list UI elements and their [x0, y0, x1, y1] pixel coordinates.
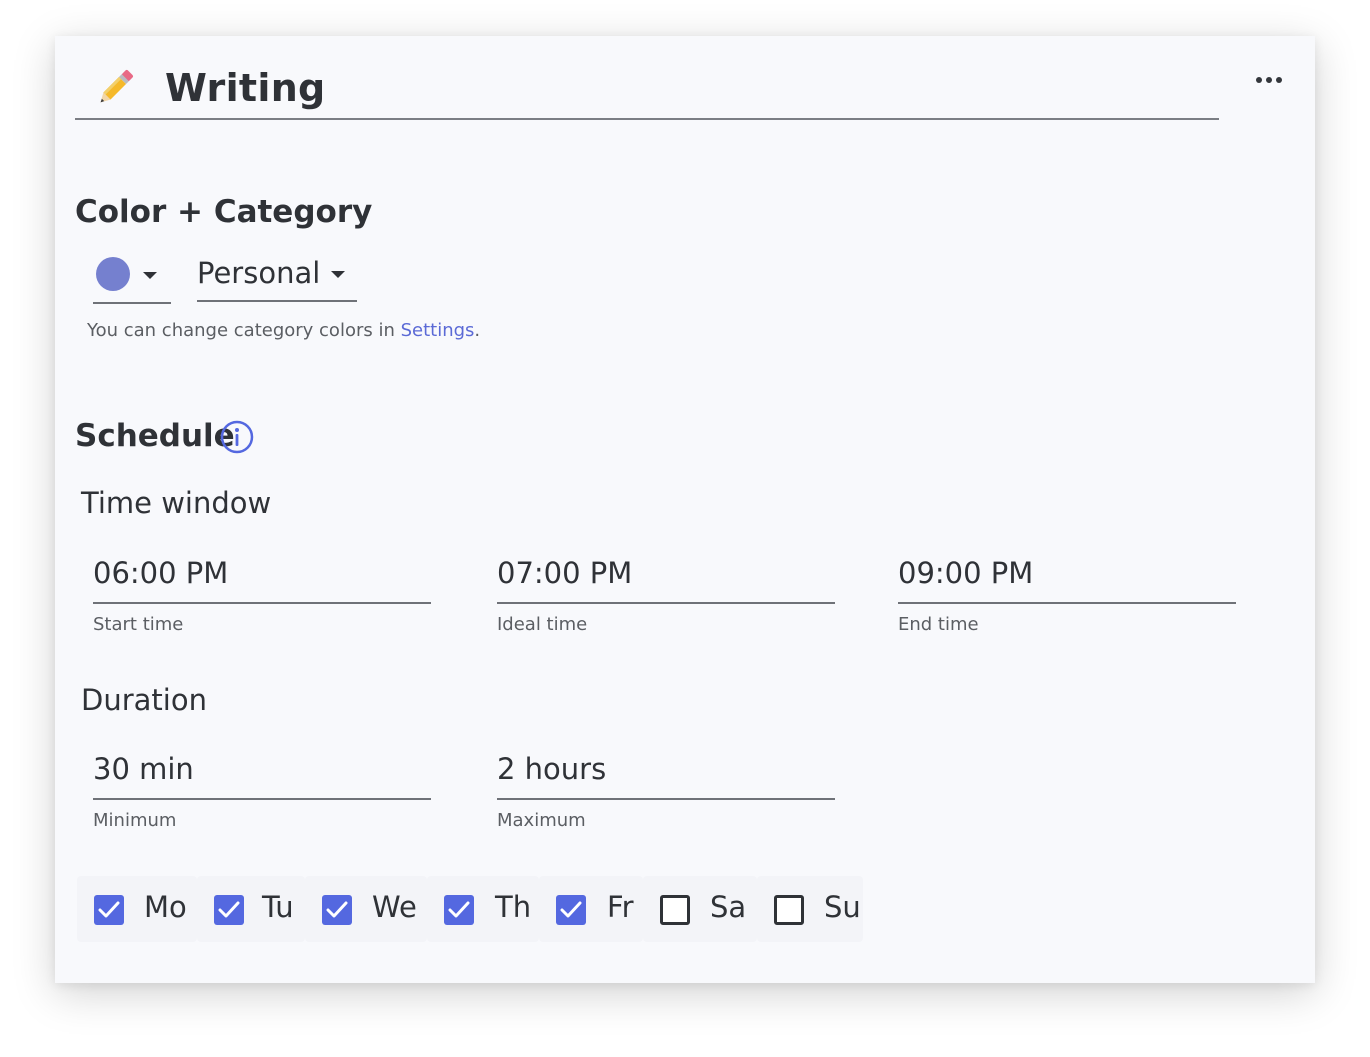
pencil-icon: [100, 70, 133, 103]
duration-heading: Duration: [81, 683, 207, 717]
checkbox[interactable]: [660, 895, 690, 925]
checkbox[interactable]: [322, 895, 352, 925]
helper-suffix: .: [474, 320, 481, 341]
end-time-input[interactable]: 09:00 PM: [898, 548, 1236, 604]
schedule-heading: Schedule: [75, 418, 235, 454]
category-dropdown[interactable]: Personal: [197, 254, 357, 302]
start-time-field: 06:00 PM Start time: [93, 548, 431, 635]
checkmark-icon: [218, 901, 240, 918]
chevron-down-icon: [143, 272, 157, 279]
day-toggle-sa[interactable]: Sa: [643, 876, 757, 942]
checkbox[interactable]: [214, 895, 244, 925]
minimum-duration-field: 30 min Minimum: [93, 744, 431, 831]
checkmark-icon: [98, 901, 120, 918]
day-toggle-mo[interactable]: Mo: [77, 876, 197, 942]
checkmark-icon: [448, 901, 470, 918]
time-window-heading: Time window: [81, 486, 272, 520]
day-toggle-tu[interactable]: Tu: [197, 876, 305, 942]
minimum-duration-input[interactable]: 30 min: [93, 744, 431, 800]
start-time-label: Start time: [93, 614, 184, 635]
day-label: Su: [824, 890, 861, 924]
color-swatch: [96, 257, 130, 291]
day-toggle-we[interactable]: We: [305, 876, 427, 942]
day-toggle-fr[interactable]: Fr: [539, 876, 643, 942]
settings-link[interactable]: Settings: [401, 320, 475, 341]
maximum-duration-field: 2 hours Maximum: [497, 744, 835, 831]
end-time-field: 09:00 PM End time: [898, 548, 1236, 635]
color-dropdown[interactable]: [93, 254, 171, 304]
day-label: Th: [495, 890, 532, 924]
checkbox[interactable]: [444, 895, 474, 925]
info-icon[interactable]: [220, 420, 254, 454]
checkbox[interactable]: [94, 895, 124, 925]
more-options-icon[interactable]: [1255, 70, 1287, 90]
minimum-duration-label: Minimum: [93, 810, 177, 831]
category-helper-text: You can change category colors in Settin…: [87, 320, 480, 341]
checkmark-icon: [326, 901, 348, 918]
checkbox[interactable]: [556, 895, 586, 925]
helper-text: You can change category colors in: [87, 320, 401, 341]
end-time-label: End time: [898, 614, 979, 635]
ideal-time-field: 07:00 PM Ideal time: [497, 548, 835, 635]
ideal-time-input[interactable]: 07:00 PM: [497, 548, 835, 604]
day-label: We: [372, 890, 417, 924]
ideal-time-label: Ideal time: [497, 614, 588, 635]
day-label: Mo: [144, 890, 187, 924]
checkmark-icon: [560, 901, 582, 918]
day-label: Sa: [710, 890, 747, 924]
day-label: Tu: [262, 890, 294, 924]
task-card: Writing Color + Category Personal You ca…: [55, 36, 1315, 983]
task-title: Writing: [165, 66, 326, 110]
title-field[interactable]: Writing: [75, 64, 1219, 120]
chevron-down-icon: [331, 271, 345, 278]
day-label: Fr: [607, 890, 634, 924]
category-value: Personal: [197, 256, 321, 290]
day-toggle-th[interactable]: Th: [427, 876, 539, 942]
day-toggle-su[interactable]: Su: [757, 876, 863, 942]
maximum-duration-input[interactable]: 2 hours: [497, 744, 835, 800]
color-category-heading: Color + Category: [75, 194, 373, 230]
checkbox[interactable]: [774, 895, 804, 925]
start-time-input[interactable]: 06:00 PM: [93, 548, 431, 604]
maximum-duration-label: Maximum: [497, 810, 586, 831]
